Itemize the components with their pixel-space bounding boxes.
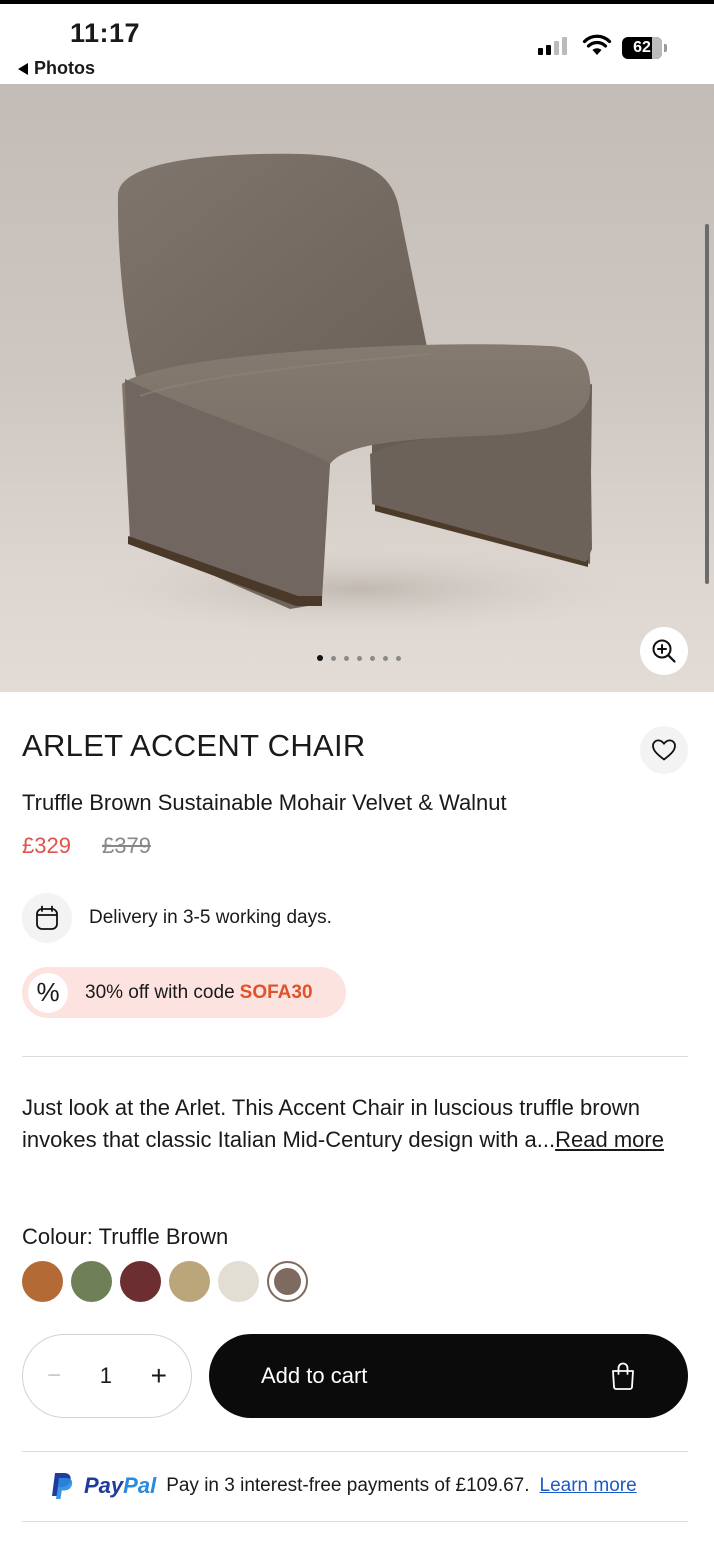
paypal-installments: PayPal Pay in 3 interest-free payments o…	[50, 1472, 637, 1500]
add-to-cart-label: Add to cart	[261, 1363, 368, 1388]
status-bar: 11:17 Photos 62	[0, 4, 714, 84]
heart-icon	[652, 739, 676, 761]
gallery-dot[interactable]	[331, 655, 336, 661]
quantity-increase-button[interactable]: +	[151, 1360, 167, 1392]
paypal-learn-more-link[interactable]: Learn more	[540, 1475, 637, 1497]
product-subtitle: Truffle Brown Sustainable Mohair Velvet …	[22, 790, 507, 815]
section-divider	[22, 1056, 688, 1057]
colour-swatch-cream[interactable]	[218, 1261, 259, 1302]
section-divider	[22, 1521, 688, 1522]
calendar-icon	[36, 905, 58, 930]
wifi-icon	[582, 34, 612, 55]
back-arrow-icon	[18, 62, 28, 75]
section-divider	[22, 1451, 688, 1452]
colour-swatches	[22, 1261, 308, 1302]
back-to-photos-button[interactable]: Photos	[18, 58, 95, 79]
paypal-logo-icon	[52, 1473, 73, 1499]
read-more-link[interactable]: Read more	[555, 1127, 664, 1152]
shopping-bag-icon	[612, 1362, 634, 1390]
wishlist-button[interactable]	[640, 726, 688, 774]
product-description: Just look at the Arlet. This Accent Chai…	[22, 1095, 664, 1152]
colour-swatch-truffle[interactable]	[267, 1261, 308, 1302]
status-time: 11:17	[70, 18, 141, 48]
quantity-decrease-button[interactable]: −	[47, 1362, 61, 1390]
quantity-stepper: − 1 +	[22, 1334, 192, 1418]
percent-icon: %	[28, 972, 68, 1013]
promo-banner: % 30% off with code SOFA30	[22, 967, 346, 1018]
battery-level: 62	[633, 39, 651, 56]
colour-swatch-sand[interactable]	[169, 1261, 210, 1302]
selected-swatch-fill	[274, 1268, 301, 1295]
zoom-in-icon	[652, 639, 676, 663]
sale-price: £329	[22, 833, 71, 858]
back-label: Photos	[34, 58, 95, 78]
colour-swatch-rust[interactable]	[22, 1261, 63, 1302]
colour-label: Colour: Truffle Brown	[22, 1224, 229, 1249]
add-to-cart-button[interactable]: Add to cart	[209, 1334, 688, 1418]
gallery-scrollbar[interactable]	[705, 224, 709, 584]
promo-code[interactable]: SOFA30	[240, 982, 313, 1003]
zoom-button[interactable]	[640, 627, 688, 675]
gallery-dot[interactable]	[396, 655, 401, 661]
colour-swatch-burgundy[interactable]	[120, 1261, 161, 1302]
promo-text: 30% off with code SOFA30	[85, 981, 313, 1003]
gallery-dot[interactable]	[383, 655, 388, 661]
gallery-dot[interactable]	[370, 655, 375, 661]
colour-swatch-olive[interactable]	[71, 1261, 112, 1302]
gallery-dot[interactable]	[357, 655, 362, 661]
paypal-brand: PayPal	[84, 1473, 157, 1498]
paypal-text: Pay in 3 interest-free payments of £109.…	[166, 1475, 530, 1496]
original-price: £379	[102, 833, 151, 858]
delivery-icon-badge	[22, 893, 72, 943]
product-image-gallery[interactable]	[0, 84, 714, 692]
gallery-pagination	[317, 655, 401, 661]
quantity-value[interactable]: 1	[100, 1363, 112, 1389]
delivery-info: Delivery in 3-5 working days.	[89, 907, 332, 928]
gallery-dot[interactable]	[344, 655, 349, 661]
battery-icon: 62	[622, 37, 667, 59]
gallery-dot[interactable]	[317, 655, 323, 661]
product-title: ARLET ACCENT CHAIR	[22, 728, 366, 763]
product-image	[80, 153, 640, 634]
cellular-signal-icon	[538, 37, 567, 55]
